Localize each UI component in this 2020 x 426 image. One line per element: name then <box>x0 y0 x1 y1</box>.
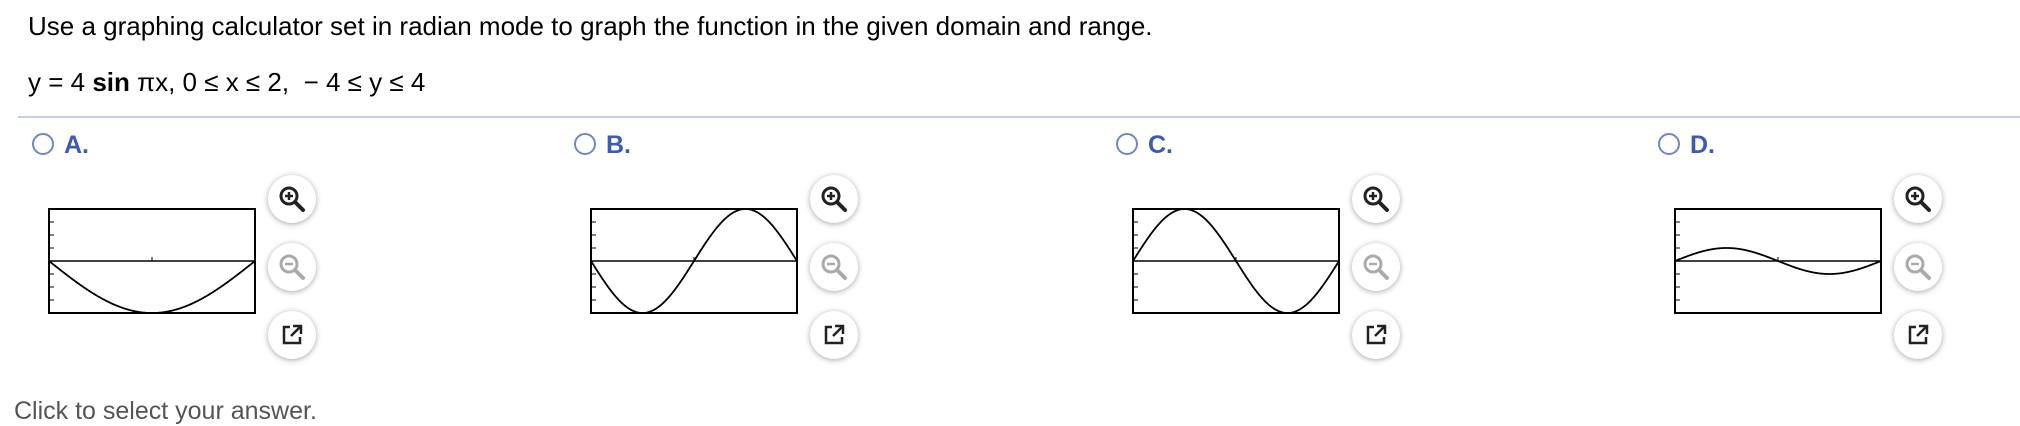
magnifier-plus-icon <box>821 186 847 212</box>
equation-domain: 0 ≤ x ≤ 2, <box>182 67 290 97</box>
section-divider <box>18 116 2020 118</box>
popout-button-c[interactable] <box>1352 311 1400 359</box>
magnifier-plus-icon <box>1905 186 1931 212</box>
graph-thumbnail-b <box>590 208 798 314</box>
answer-option-c: C. <box>1102 130 1502 370</box>
zoom-in-button-c[interactable] <box>1352 175 1400 223</box>
radio-button-c[interactable] <box>1116 133 1138 155</box>
zoom-out-button-a[interactable] <box>268 243 316 291</box>
zoom-in-button-a[interactable] <box>268 175 316 223</box>
equation-sin: sin <box>92 67 130 97</box>
question-equation: y = 4 sin πx, 0 ≤ x ≤ 2, − 4 ≤ y ≤ 4 <box>28 66 425 98</box>
equation-lhs: y = 4 <box>28 67 93 97</box>
answer-option-b: B. <box>560 130 960 370</box>
equation-argument: πx, <box>129 67 176 97</box>
radio-button-d[interactable] <box>1658 133 1680 155</box>
option-label-c[interactable]: C. <box>1148 130 1173 160</box>
answer-option-a: A. <box>18 130 418 370</box>
graph-thumbnail-d <box>1674 208 1882 314</box>
zoom-out-button-d[interactable] <box>1894 243 1942 291</box>
magnifier-minus-icon <box>279 254 305 280</box>
popout-button-d[interactable] <box>1894 311 1942 359</box>
external-link-icon <box>1908 324 1929 345</box>
magnifier-minus-icon <box>1905 254 1931 280</box>
zoom-out-button-c[interactable] <box>1352 243 1400 291</box>
answer-option-d: D. <box>1644 130 2020 370</box>
popout-button-b[interactable] <box>810 311 858 359</box>
magnifier-plus-icon <box>1363 186 1389 212</box>
graph-thumbnail-c <box>1132 208 1340 314</box>
radio-button-a[interactable] <box>32 133 54 155</box>
magnifier-minus-icon <box>821 254 847 280</box>
graph-svg <box>48 208 256 314</box>
question-instruction: Use a graphing calculator set in radian … <box>28 11 1153 41</box>
magnifier-minus-icon <box>1363 254 1389 280</box>
graph-thumbnail-a <box>48 208 256 314</box>
option-label-b[interactable]: B. <box>606 130 631 160</box>
graph-svg <box>1674 208 1882 314</box>
magnifier-plus-icon <box>279 186 305 212</box>
radio-button-b[interactable] <box>574 133 596 155</box>
external-link-icon <box>1366 324 1387 345</box>
popout-button-a[interactable] <box>268 311 316 359</box>
graph-svg <box>590 208 798 314</box>
external-link-icon <box>282 324 303 345</box>
option-label-a[interactable]: A. <box>64 130 89 160</box>
footer-instruction: Click to select your answer. <box>14 397 317 425</box>
zoom-in-button-d[interactable] <box>1894 175 1942 223</box>
external-link-icon <box>824 324 845 345</box>
graph-svg <box>1132 208 1340 314</box>
option-label-d[interactable]: D. <box>1690 130 1715 160</box>
zoom-in-button-b[interactable] <box>810 175 858 223</box>
zoom-out-button-b[interactable] <box>810 243 858 291</box>
equation-range: − 4 ≤ y ≤ 4 <box>303 67 426 97</box>
